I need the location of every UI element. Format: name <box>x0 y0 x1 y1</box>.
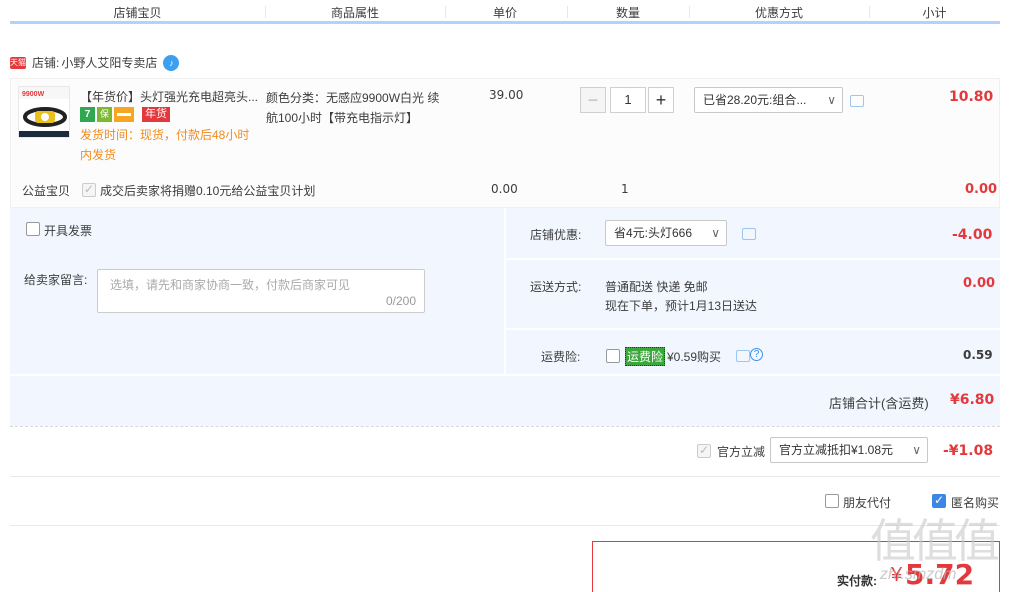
official-discount-label: 官方立减 <box>717 445 766 459</box>
header-discount: 优惠方式 <box>754 6 803 20</box>
ship-time-note: 发货时间：现货，付款后48小时内发货 <box>80 128 250 162</box>
quantity-decrease-button[interactable]: − <box>580 87 606 113</box>
attribute-line-2: 航100小时【带充电指示灯】 <box>266 111 419 125</box>
insurance-amount: 0.59 <box>963 348 993 362</box>
quantity-input[interactable]: 1 <box>610 87 646 113</box>
section-divider <box>10 476 1000 477</box>
guarantee-icon[interactable]: 保 <box>97 107 112 122</box>
invoice-checkbox[interactable] <box>26 222 40 236</box>
official-discount-amount: -¥1.08 <box>943 443 994 459</box>
charity-price: 0.00 <box>491 182 518 196</box>
header-subtotal: 小计 <box>922 6 947 20</box>
credit-card-icon[interactable] <box>114 107 134 122</box>
shop-discount-info-icon[interactable] <box>742 228 756 240</box>
shop-total-amount: ¥6.80 <box>950 392 995 408</box>
shipping-eta: 现在下单，预计1月13日送达 <box>605 299 758 313</box>
panel-divider <box>504 208 506 374</box>
item-subtotal: 10.80 <box>949 89 994 105</box>
header-attributes: 商品属性 <box>330 6 379 20</box>
product-attributes: 颜色分类：无感应9900W白光 续 航100小时【带充电指示灯】 <box>266 88 450 128</box>
shipping-method: 普通配送 快递 免邮 <box>605 280 708 294</box>
service-tags: 7 保 年货 <box>80 107 172 122</box>
product-image[interactable]: 9900W <box>18 86 70 138</box>
message-placeholder: 选填，请先和商家协商一致，付款后商家可见 <box>110 278 351 292</box>
cart-header: 店铺宝贝 商品属性 单价 数量 优惠方式 小计 <box>10 0 1000 24</box>
quantity-increase-button[interactable]: + <box>648 87 674 113</box>
section-divider <box>10 426 1000 427</box>
product-image-label: 9900W <box>22 91 45 98</box>
shipping-amount: 0.00 <box>963 276 996 291</box>
discount-info-icon[interactable] <box>850 95 864 107</box>
item-discount-select[interactable]: 已省28.20元:组合... ∨ <box>694 87 843 113</box>
7-day-return-icon[interactable]: 7 <box>80 107 95 122</box>
insurance-label: 运费险: <box>541 350 581 364</box>
message-textarea[interactable]: 选填，请先和商家协商一致，付款后商家可见 0/200 <box>97 269 425 313</box>
message-counter: 0/200 <box>385 294 416 308</box>
official-discount-value: 官方立减抵扣¥1.08元 <box>779 443 894 457</box>
friend-pay-checkbox[interactable] <box>825 494 839 508</box>
chevron-down-icon: ∨ <box>827 93 836 107</box>
header-unit-price: 单价 <box>492 6 517 20</box>
header-shop-item: 店铺宝贝 <box>113 6 162 20</box>
shop-discount-label: 店铺优惠: <box>530 228 582 242</box>
shop-discount-amount: -4.00 <box>952 227 993 243</box>
shop-line: 天猫 店铺: 小野人艾阳专卖店 ♪ <box>10 54 180 71</box>
official-discount-select[interactable]: 官方立减抵扣¥1.08元 ∨ <box>770 437 928 463</box>
charity-label: 公益宝贝 <box>22 184 71 198</box>
chevron-down-icon: ∨ <box>711 226 720 240</box>
panel-divider <box>506 328 1000 330</box>
panel-divider <box>506 258 1000 260</box>
unit-price: 39.00 <box>489 88 524 102</box>
shop-discount-value: 省4元:头灯666 <box>614 226 693 240</box>
chevron-down-icon: ∨ <box>912 443 921 457</box>
payment-label: 实付款: <box>837 574 877 588</box>
shipping-label: 运送方式: <box>530 280 582 294</box>
watermark-url: zhi.smzdm <box>880 566 957 583</box>
header-quantity: 数量 <box>615 6 640 20</box>
message-label: 给卖家留言: <box>24 273 88 287</box>
panel-divider <box>10 374 1000 376</box>
product-title-link[interactable]: 【年货价】头灯强光充电超亮头... <box>80 88 262 105</box>
wangwang-chat-icon[interactable]: ♪ <box>163 54 180 71</box>
charity-checkbox <box>82 182 96 197</box>
invoice-label[interactable]: 开具发票 <box>44 222 92 239</box>
new-year-badge[interactable]: 年货 <box>142 107 170 122</box>
watermark-logo: 值值值 <box>870 514 1000 568</box>
shop-discount-select[interactable]: 省4元:头灯666 ∨ <box>605 220 727 246</box>
shop-label: 店铺: <box>32 56 60 70</box>
item-discount-value: 已省28.20元:组合... <box>703 93 807 107</box>
shipping-info: 普通配送 快递 免邮 现在下单，预计1月13日送达 <box>605 278 757 316</box>
help-question-icon[interactable]: ? <box>750 348 763 361</box>
insurance-price-text: ¥0.59购买 <box>667 350 722 364</box>
insurance-checkbox[interactable] <box>606 349 620 363</box>
insurance-info-icon[interactable] <box>736 350 750 362</box>
charity-text: 成交后卖家将捐赠0.10元给公益宝贝计划 <box>100 184 316 198</box>
insurance-tag: 运费险 <box>625 347 666 366</box>
tmall-icon: 天猫 <box>10 56 26 69</box>
attribute-line-1: 颜色分类：无感应9900W白光 续 <box>266 91 440 105</box>
shop-total-label: 店铺合计(含运费) <box>829 396 929 411</box>
shop-name-link[interactable]: 小野人艾阳专卖店 <box>61 54 157 71</box>
charity-qty: 1 <box>621 182 629 196</box>
charity-subtotal: 0.00 <box>965 182 998 197</box>
official-discount-checkbox <box>697 443 711 458</box>
section-divider <box>10 525 1000 526</box>
